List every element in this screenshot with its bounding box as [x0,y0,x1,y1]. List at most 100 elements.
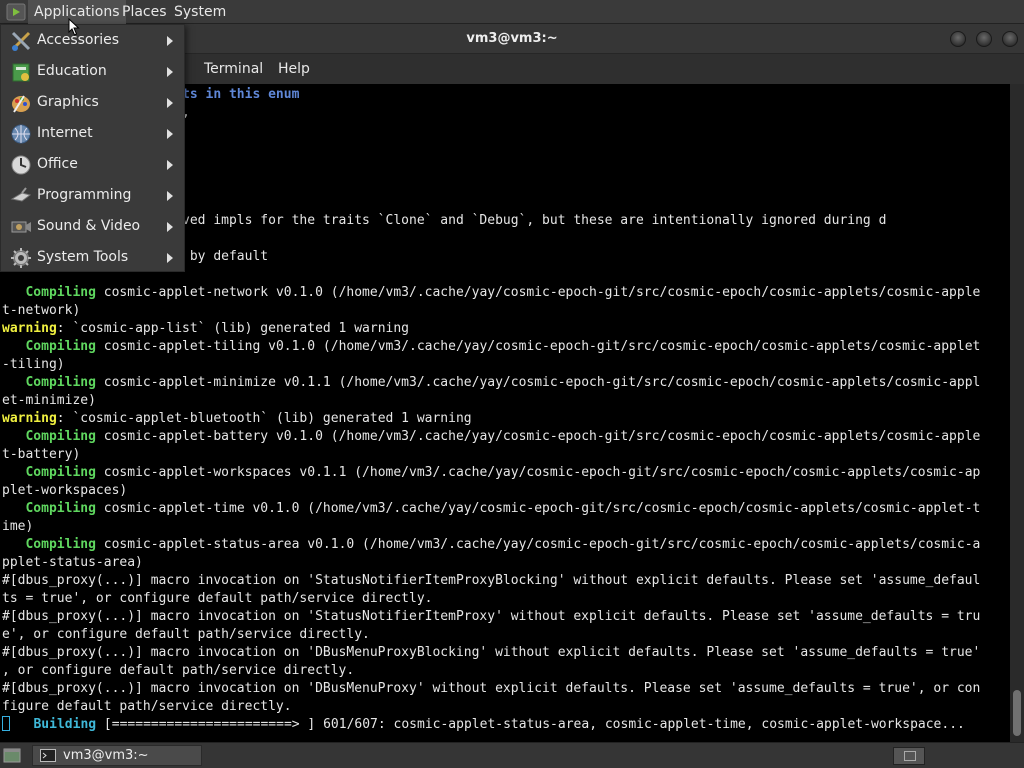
terminal-line: Compiling cosmic-applet-workspaces v0.1.… [2,464,980,482]
submenu-arrow-icon [167,222,173,232]
app-menu-item-education[interactable]: Education [1,56,184,87]
terminal-keyword: Compiling [25,375,96,390]
terminal-text: ts = true', or configure default path/se… [2,591,433,606]
gnome-foot-icon[interactable] [6,3,26,21]
submenu-arrow-icon [167,67,173,77]
terminal-text: #[dbus_proxy(...)] macro invocation on '… [2,645,981,660]
terminal-line: Compiling cosmic-applet-minimize v0.1.1 … [2,374,980,392]
terminal-line: Compiling cosmic-applet-tiling v0.1.0 (/… [2,338,980,356]
app-menu-item-label: Graphics [37,94,99,110]
app-menu-item-label: Education [37,63,107,79]
app-menu-item-label: Office [37,156,78,172]
terminal-keyword: Compiling [25,339,96,354]
terminal-text: cosmic-applet-status-area v0.1.0 (/home/… [95,537,981,552]
maximize-button[interactable] [976,31,992,47]
app-menu-item-programming[interactable]: Programming [1,180,184,211]
building-label: Building [33,717,97,732]
scrollbar-thumb[interactable] [1013,690,1021,736]
submenu-arrow-icon [167,191,173,201]
app-menu-item-accessories[interactable]: Accessories [1,25,184,56]
workspace-switcher[interactable] [893,747,925,765]
terminal-spacer [10,717,33,732]
top-panel: Applications Places System [0,0,1024,24]
terminal-line: -tiling) [2,356,980,374]
places-menu[interactable]: Places [116,0,173,24]
bottom-panel: vm3@vm3:~ [0,742,1024,768]
build-progress-text: [=======================> ] 601/607: cos… [96,717,965,732]
submenu-arrow-icon [167,36,173,46]
graphics-icon [12,95,30,113]
terminal-line: Compiling cosmic-applet-time v0.1.0 (/ho… [2,500,980,518]
show-desktop-icon[interactable] [2,746,22,765]
terminal-line: ime) [2,518,980,536]
terminal-cursor [2,716,10,731]
terminal-text: t-network) [2,303,81,318]
applications-dropdown: Accessories Education Graphics Internet Offi… [0,24,185,272]
terminal-line-progress: Building [=======================> ] 601… [2,716,980,734]
terminal-text: #[dbus_proxy(...)] macro invocation on '… [2,681,981,696]
app-menu-item-graphics[interactable]: Graphics [1,87,184,118]
workspace-thumbnail[interactable] [904,751,916,761]
terminal-text: : `cosmic-app-list` (lib) generated 1 wa… [56,321,409,336]
terminal-keyword: Compiling [25,465,96,480]
programming-icon [10,187,32,202]
terminal-text: cosmic-applet-workspaces v0.1.1 (/home/v… [95,465,981,480]
terminal-line: t-battery) [2,446,980,464]
app-menu-item-sound-video[interactable]: Sound & Video [1,211,184,242]
terminal-keyword: Compiling [25,285,96,300]
submenu-arrow-icon [167,253,173,263]
app-menu-item-internet[interactable]: Internet [1,118,184,149]
terminal-line: plet-workspaces) [2,482,980,500]
terminal-line: #[dbus_proxy(...)] macro invocation on '… [2,572,980,590]
app-menu-item-label: Programming [37,187,132,203]
terminal-keyword: warning [2,321,57,336]
terminal-line: t-network) [2,302,980,320]
terminal-text: cosmic-applet-time v0.1.0 (/home/vm3/.ca… [95,501,981,516]
terminal-text: cosmic-applet-network v0.1.0 (/home/vm3/… [95,285,981,300]
system-tools-icon [11,248,31,268]
terminal-text: et-minimize) [2,393,96,408]
terminal-text: pplet-status-area) [2,555,143,570]
terminal-line: #[dbus_proxy(...)] macro invocation on '… [2,680,980,698]
terminal-line: , or configure default path/service dire… [2,662,980,680]
terminal-line: warning: `cosmic-applet-bluetooth` (lib)… [2,410,980,428]
terminal-keyword: Compiling [25,537,96,552]
app-menu-item-office[interactable]: Office [1,149,184,180]
terminal-menu[interactable]: Terminal [204,54,263,84]
terminal-icon [40,749,56,762]
app-menu-item-label: System Tools [37,249,129,265]
terminal-text: -tiling) [2,357,65,372]
app-menu-item-label: Sound & Video [37,218,141,234]
terminal-text: cosmic-applet-tiling v0.1.0 (/home/vm3/.… [95,339,981,354]
submenu-arrow-icon [167,98,173,108]
terminal-keyword: Compiling [25,429,96,444]
minimize-button[interactable] [950,31,966,47]
terminal-text: cosmic-applet-battery v0.1.0 (/home/vm3/… [95,429,981,444]
submenu-arrow-icon [167,160,173,170]
terminal-text: #[dbus_proxy(...)] macro invocation on '… [2,609,981,624]
terminal-line: #[dbus_proxy(...)] macro invocation on '… [2,608,980,626]
terminal-keyword: warning [2,411,57,426]
terminal-text: #[dbus_proxy(...)] macro invocation on '… [2,573,981,588]
close-button[interactable] [1002,31,1018,47]
education-icon [12,63,30,82]
taskbar-terminal-button[interactable]: vm3@vm3:~ [32,745,202,766]
sound-video-icon [11,221,31,233]
terminal-line: pplet-status-area) [2,554,980,572]
terminal-line: warning: `cosmic-app-list` (lib) generat… [2,320,980,338]
system-menu[interactable]: System [168,0,232,24]
terminal-text: : `cosmic-applet-bluetooth` (lib) genera… [56,411,472,426]
help-menu[interactable]: Help [278,54,310,84]
terminal-text: figure default path/service directly. [2,699,292,714]
terminal-scrollbar[interactable] [1010,84,1024,742]
app-menu-item-system-tools[interactable]: System Tools [1,242,184,273]
terminal-line: e', or configure default path/service di… [2,626,980,644]
terminal-line: ts = true', or configure default path/se… [2,590,980,608]
terminal-line: et-minimize) [2,392,980,410]
